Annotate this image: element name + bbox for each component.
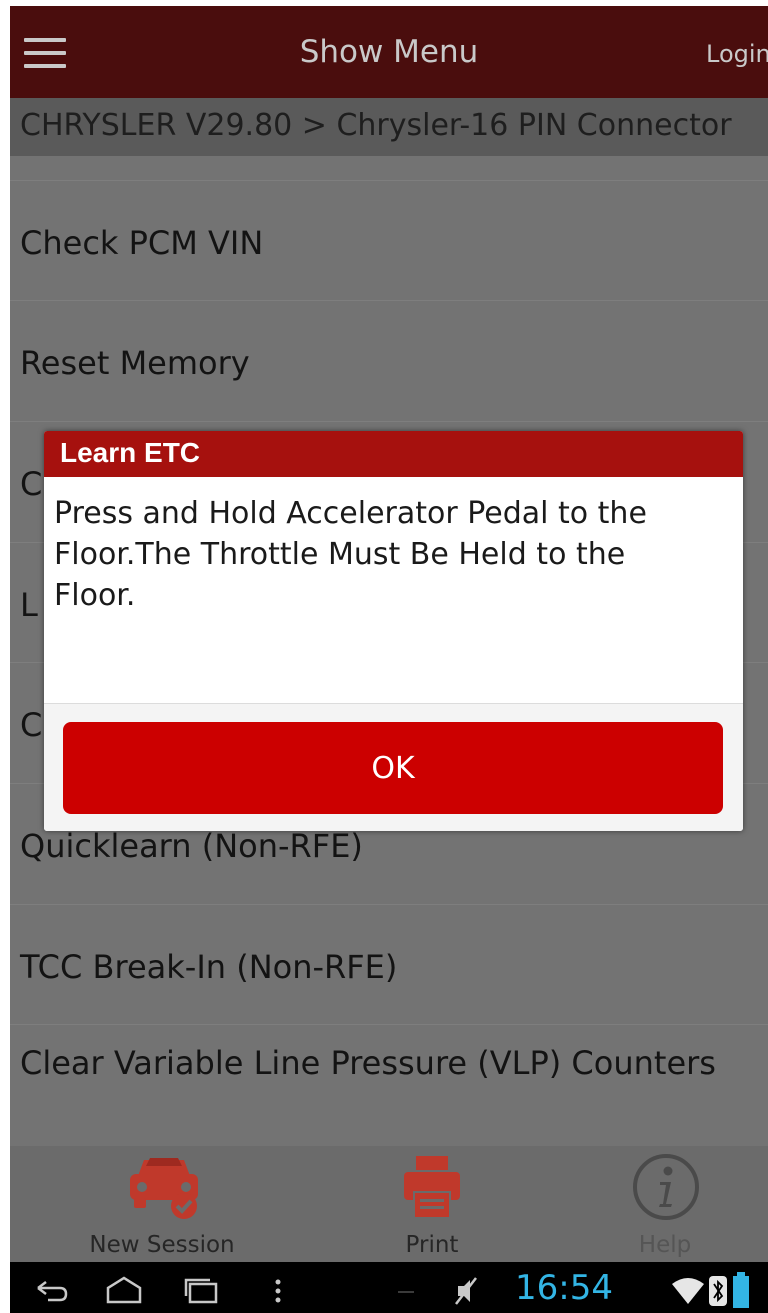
list-item-label: Clear Variable Line Pressure (VLP) Count… bbox=[20, 1044, 716, 1082]
list-item-label: TCC Break-In (Non-RFE) bbox=[20, 948, 398, 986]
list-item[interactable]: Reset Memory bbox=[10, 300, 768, 421]
system-nav-bar: 16:54 bbox=[10, 1262, 768, 1313]
list-item-label: Check PCM VIN bbox=[20, 224, 264, 262]
breadcrumb-text: CHRYSLER V29.80 > Chrysler-16 PIN Connec… bbox=[20, 108, 732, 143]
dialog-title-bar: Learn ETC bbox=[44, 431, 743, 477]
list-item[interactable]: Clear Variable Line Pressure (VLP) Count… bbox=[10, 1024, 768, 1146]
bluetooth-icon bbox=[709, 1276, 727, 1306]
home-icon[interactable] bbox=[104, 1274, 144, 1308]
help-label: Help bbox=[638, 1232, 692, 1258]
battery-icon bbox=[733, 1272, 749, 1308]
clock: 16:54 bbox=[515, 1268, 613, 1308]
muted-icon bbox=[455, 1277, 477, 1305]
dialog-footer: OK bbox=[44, 703, 743, 831]
list-item-label: C bbox=[20, 706, 43, 744]
help-button[interactable]: Help bbox=[595, 1146, 735, 1262]
app-screen: Show Menu Login CHRYSLER V29.80 > Chrysl… bbox=[10, 6, 768, 1313]
print-label: Print bbox=[405, 1232, 459, 1258]
breadcrumb: CHRYSLER V29.80 > Chrysler-16 PIN Connec… bbox=[10, 98, 768, 156]
bottom-toolbar: New Session Print Help bbox=[10, 1146, 768, 1262]
list-item-label: Reset Memory bbox=[20, 344, 250, 382]
printer-icon bbox=[404, 1156, 460, 1219]
back-icon[interactable] bbox=[30, 1274, 70, 1308]
info-icon bbox=[633, 1154, 699, 1220]
list-item[interactable]: Check PCM VIN bbox=[10, 180, 768, 300]
overflow-menu-icon[interactable] bbox=[272, 1274, 284, 1308]
wifi-icon bbox=[672, 1278, 704, 1304]
top-bar: Show Menu Login bbox=[10, 6, 768, 98]
list-item-label: L bbox=[20, 586, 38, 624]
recent-apps-icon[interactable] bbox=[182, 1274, 222, 1308]
divider-icon bbox=[398, 1291, 414, 1293]
list-item-label: C bbox=[20, 465, 43, 503]
print-button[interactable]: Print bbox=[362, 1146, 502, 1262]
login-link[interactable]: Login bbox=[706, 40, 768, 68]
list-item[interactable]: TCC Break-In (Non-RFE) bbox=[10, 904, 768, 1024]
ok-button[interactable]: OK bbox=[63, 722, 723, 814]
new-session-button[interactable]: New Session bbox=[62, 1146, 262, 1262]
learn-etc-dialog: Learn ETC Press and Hold Accelerator Ped… bbox=[44, 431, 743, 831]
page-title[interactable]: Show Menu bbox=[10, 34, 768, 70]
dialog-title: Learn ETC bbox=[60, 437, 201, 468]
dialog-message: Press and Hold Accelerator Pedal to the … bbox=[54, 496, 647, 613]
car-check-icon bbox=[130, 1158, 198, 1219]
new-session-label: New Session bbox=[89, 1232, 235, 1258]
